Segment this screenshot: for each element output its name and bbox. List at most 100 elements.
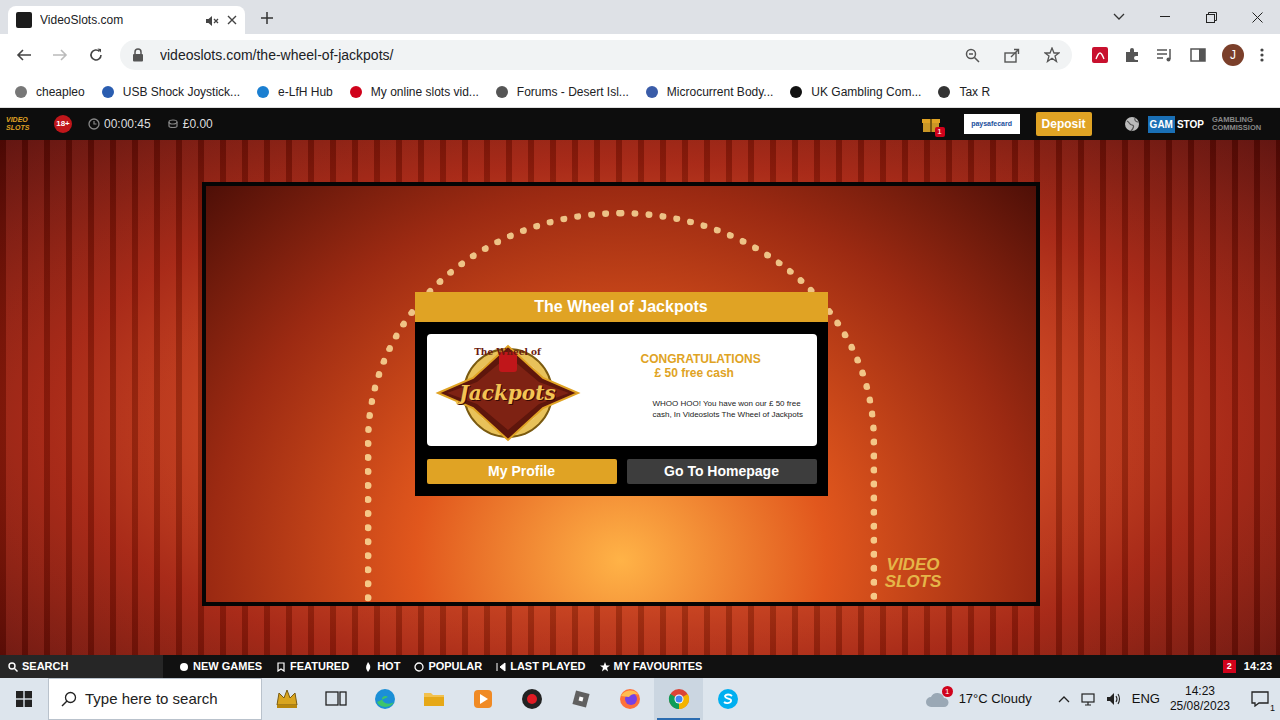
profile-avatar[interactable]: J (1222, 44, 1244, 66)
deposit-button[interactable]: Deposit (1036, 112, 1092, 136)
media-control-icon[interactable] (1156, 47, 1174, 63)
bookmark[interactable]: USB Shock Joystick... (101, 83, 240, 101)
reload-button[interactable] (80, 39, 112, 71)
pdf-extension-icon[interactable] (1092, 47, 1108, 63)
taskbar-app[interactable] (409, 678, 458, 720)
site-header: VIDEO SLOTS 18+ 00:00:45 £0.00 1 paysafe… (0, 108, 1280, 140)
taskbar-clock[interactable]: 14:23 25/08/2023 (1170, 684, 1230, 714)
site-nav-item[interactable]: HOT (363, 658, 400, 675)
site-search[interactable]: SEARCH (0, 655, 163, 678)
taskbar-app[interactable] (703, 678, 752, 720)
gamstop-logo[interactable]: GAM STOP (1148, 116, 1204, 133)
taskbar-app[interactable] (605, 678, 654, 720)
bookmarks-bar: cheapleo USB Shock Joystick... e-LfH Hub My… (0, 76, 1280, 108)
logo-main-text: Jackpots (433, 378, 583, 408)
weather-widget-icon[interactable]: 1 (925, 689, 949, 709)
notification-count: 1 (1270, 702, 1275, 716)
speaker-icon[interactable] (205, 11, 219, 29)
minimize-button[interactable] (1142, 0, 1188, 34)
bookmark[interactable]: cheapleo (14, 83, 85, 101)
site-nav-item[interactable]: POPULAR (414, 658, 482, 675)
nav-item-label: POPULAR (428, 658, 482, 675)
zoom-icon[interactable] (965, 48, 980, 63)
taskbar-search[interactable]: Type here to search (48, 678, 262, 720)
star-icon[interactable] (1044, 47, 1060, 63)
bookmark-label: cheapleo (36, 83, 85, 101)
prize-text: £ 50 free cash (635, 366, 808, 380)
wheel-of-jackpots-logo: The Wheel of Jackpots (433, 338, 583, 442)
nav-item-label: NEW GAMES (193, 658, 262, 675)
back-button[interactable] (8, 39, 40, 71)
gamstop-stop: STOP (1175, 117, 1204, 132)
language-indicator[interactable]: ENG (1132, 689, 1160, 709)
plus-icon (261, 12, 273, 24)
tab-title: VideoSlots.com (40, 11, 197, 29)
bookmark[interactable]: Tax R (937, 83, 990, 101)
search-label: SEARCH (22, 658, 68, 675)
taskbar-app[interactable] (507, 678, 556, 720)
globe-icon[interactable] (1124, 116, 1140, 132)
watermark-logo: VIDEO SLOTS (878, 556, 948, 590)
lock-icon (132, 48, 144, 62)
nav-item-icon (414, 658, 424, 675)
minimize-icon (1160, 16, 1170, 18)
notifications-button[interactable]: 1 (1240, 678, 1280, 720)
menu-dots-icon[interactable] (1260, 47, 1264, 63)
bookmark-label: My online slots vid... (371, 83, 479, 101)
gambling-commission-logo[interactable]: GAMBLING COMMISSION (1212, 116, 1274, 132)
site-logo[interactable]: VIDEO SLOTS (6, 116, 46, 132)
go-to-homepage-button[interactable]: Go To Homepage (627, 459, 817, 484)
notification-badge[interactable]: 2 (1223, 660, 1236, 673)
paysafecard-logo[interactable]: paysafecard (964, 114, 1020, 134)
bookmark-favicon-icon (14, 83, 28, 101)
new-tab-button[interactable] (253, 4, 281, 32)
extensions-icon[interactable] (1124, 47, 1140, 63)
address-bar[interactable]: videoslots.com/the-wheel-of-jackpots/ (120, 40, 1072, 70)
reload-icon (88, 47, 104, 63)
volume-icon[interactable] (1106, 692, 1122, 706)
nav-item-icon (496, 658, 506, 675)
bookmark[interactable]: My online slots vid... (349, 83, 479, 101)
taskbar-app[interactable] (360, 678, 409, 720)
close-icon[interactable] (227, 15, 237, 25)
site-nav-item[interactable]: FEATURED (276, 658, 349, 675)
bookmark[interactable]: e-LfH Hub (256, 83, 333, 101)
chevron-up-icon[interactable] (1058, 695, 1070, 703)
site-nav-item[interactable]: MY FAVOURITES (600, 658, 703, 675)
network-icon[interactable] (1080, 692, 1096, 706)
share-icon[interactable] (1004, 48, 1020, 63)
notification-icon (1251, 691, 1269, 707)
url-text: videoslots.com/the-wheel-of-jackpots/ (160, 45, 957, 66)
restore-icon (1206, 12, 1217, 23)
firefox-icon (618, 687, 642, 711)
close-window-button[interactable] (1234, 0, 1280, 34)
site-nav-bar: SEARCH NEW GAMES FEATURED HOT POPULAR LAST P… (0, 655, 1280, 678)
taskbar-app[interactable] (556, 678, 605, 720)
wheel-frame: VIDEO SLOTS The Wheel of Jackpots The Wh… (202, 182, 1040, 606)
recorder-icon (520, 687, 544, 711)
site-nav-item[interactable]: NEW GAMES (179, 658, 262, 675)
taskbar-app[interactable] (458, 678, 507, 720)
taskview-icon (324, 687, 348, 711)
taskbar-app[interactable] (262, 678, 311, 720)
prize-dialog: The Wheel of Jackpots The Wheel of Jackp… (415, 292, 828, 496)
bookmark-favicon-icon (256, 83, 270, 101)
taskbar-app[interactable] (654, 678, 703, 720)
tab-search-button[interactable] (1096, 0, 1142, 34)
taskbar-app[interactable] (311, 678, 360, 720)
side-panel-icon[interactable] (1190, 47, 1206, 63)
browser-tab[interactable]: VideoSlots.com (8, 6, 245, 34)
gift-button[interactable]: 1 (922, 115, 940, 134)
start-button[interactable] (0, 678, 48, 720)
restore-button[interactable] (1188, 0, 1234, 34)
forward-button[interactable] (44, 39, 76, 71)
weather-text[interactable]: 17°C Cloudy (959, 689, 1032, 709)
my-profile-button[interactable]: My Profile (427, 459, 617, 484)
bookmark[interactable]: Forums - Desert Isl... (495, 83, 629, 101)
game-stage: VIDEO SLOTS The Wheel of Jackpots The Wh… (0, 140, 1280, 655)
nav-item-label: HOT (377, 658, 400, 675)
bookmark[interactable]: Microcurrent Body... (645, 83, 773, 101)
site-nav-item[interactable]: LAST PLAYED (496, 658, 585, 675)
bookmark[interactable]: UK Gambling Com... (789, 83, 921, 101)
search-icon (61, 691, 77, 707)
